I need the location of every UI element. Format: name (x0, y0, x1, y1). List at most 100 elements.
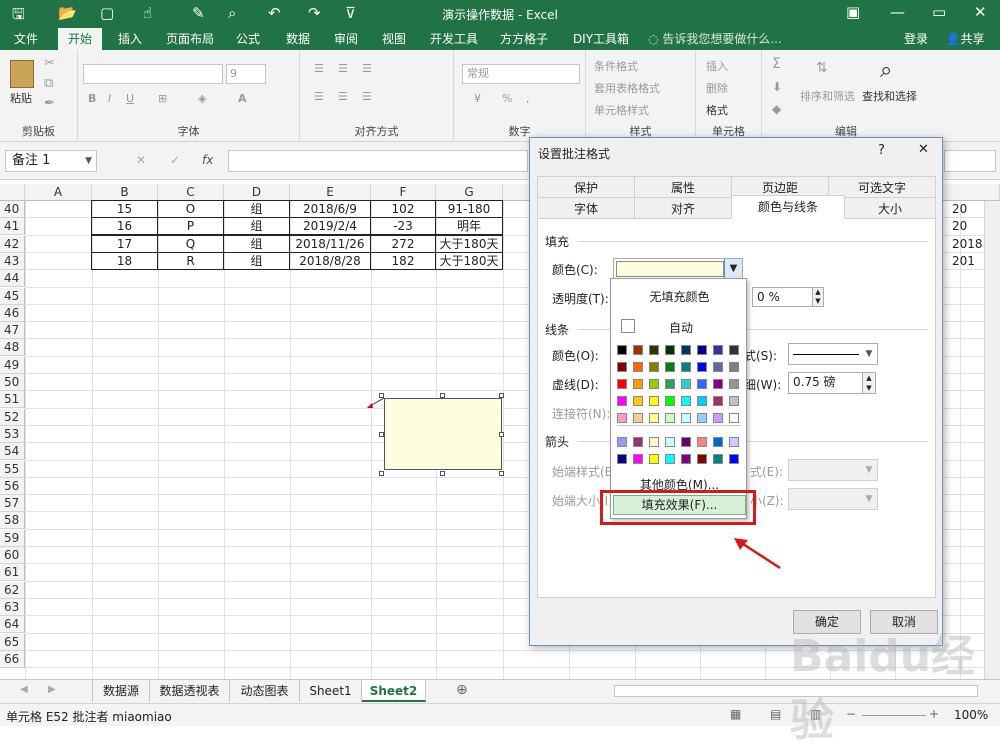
color-swatch[interactable] (665, 413, 675, 423)
chevron-down-icon[interactable]: ▼ (861, 344, 877, 364)
row-header[interactable]: 40 (0, 201, 25, 218)
tab-colors-lines[interactable]: 颜色与线条 (731, 195, 845, 219)
copy-icon[interactable]: ⧉ (44, 76, 53, 91)
close-icon[interactable]: ✕ (918, 142, 929, 157)
col-header-g[interactable]: G (436, 184, 503, 201)
share-button[interactable]: 👤共享 (940, 28, 990, 50)
color-swatch[interactable] (665, 396, 675, 406)
formula-input-right[interactable] (944, 150, 996, 172)
sort-filter-label[interactable]: 排序和筛选 (800, 88, 855, 104)
color-swatch[interactable] (697, 413, 707, 423)
line-weight-input[interactable]: 0.75 磅 (788, 372, 864, 394)
table-cell[interactable]: 2019/2/4 (289, 217, 371, 236)
table-cell[interactable]: 102 (370, 200, 436, 218)
confirm-entry-icon[interactable]: ✓ (170, 153, 180, 167)
color-swatch[interactable] (665, 345, 675, 355)
table-cell[interactable]: 2018/8/28 (289, 251, 371, 270)
auto-color-option[interactable]: 自动 (669, 319, 693, 336)
resize-handle[interactable] (499, 471, 504, 476)
sheet-tab-sheet1[interactable]: Sheet1 (300, 680, 362, 702)
col-header-e[interactable]: E (290, 184, 371, 201)
color-swatch[interactable] (633, 396, 643, 406)
table-cell[interactable]: 2018/11/26 (289, 234, 371, 253)
color-swatch[interactable] (729, 413, 739, 423)
col-header-f[interactable]: F (371, 184, 436, 201)
chevron-down-icon[interactable]: ▼ (861, 489, 877, 509)
font-name-box[interactable] (83, 64, 223, 84)
color-swatch[interactable] (697, 345, 707, 355)
color-swatch[interactable] (649, 379, 659, 389)
color-swatch[interactable] (681, 345, 691, 355)
table-cell[interactable]: 明年 (435, 217, 503, 236)
tab-font[interactable]: 字体 (537, 197, 635, 219)
tab-protection[interactable]: 保护 (537, 176, 635, 198)
color-swatch[interactable] (617, 362, 627, 372)
fill-color-icon[interactable]: ◈ (198, 92, 206, 105)
maximize-icon[interactable]: ▭ (932, 3, 946, 21)
row-header[interactable]: 45 (0, 287, 25, 305)
row-header[interactable]: 54 (0, 443, 25, 461)
row-header[interactable]: 51 (0, 391, 25, 409)
formula-input[interactable] (228, 150, 528, 172)
sheet-tab-sheet2[interactable]: Sheet2 (362, 680, 426, 702)
underline-icon[interactable]: U (126, 92, 134, 105)
transparency-input[interactable]: 0 % (752, 287, 814, 307)
color-swatch[interactable] (697, 396, 707, 406)
row-header[interactable]: 58 (0, 512, 25, 530)
insert-function-icon[interactable]: fx (202, 153, 213, 167)
table-cell[interactable]: 2018/6/9 (289, 200, 371, 218)
col-header-a[interactable]: A (25, 184, 92, 201)
col-header-c[interactable]: C (158, 184, 224, 201)
tab-data[interactable]: 数据 (278, 28, 318, 50)
row-header[interactable]: 47 (0, 322, 25, 340)
currency-icon[interactable]: ¥ (474, 92, 481, 105)
table-cell[interactable]: 91-180 (435, 200, 503, 218)
table-cell[interactable]: 182 (370, 251, 436, 270)
color-swatch[interactable] (681, 437, 691, 447)
left-align-icon[interactable]: ☰ (314, 90, 324, 103)
percent-icon[interactable]: % (502, 92, 512, 105)
font-color-icon[interactable]: A (238, 92, 247, 105)
middle-align-icon[interactable]: ☰ (338, 62, 348, 75)
row-header[interactable]: 57 (0, 495, 25, 513)
insert-cells-button[interactable]: 插入 (706, 58, 728, 74)
select-all-corner[interactable] (0, 184, 25, 201)
paste-icon[interactable] (10, 60, 34, 88)
color-swatch[interactable] (681, 396, 691, 406)
end-style-select[interactable]: ▼ (788, 459, 878, 481)
table-cell[interactable]: 组 (223, 217, 290, 236)
tab-page-layout[interactable]: 页面布局 (160, 28, 220, 50)
normal-view-icon[interactable]: ▦ (730, 707, 741, 721)
prev-sheet-icon[interactable]: ◀ (20, 684, 28, 695)
fill-down-icon[interactable]: ⬇ (772, 80, 782, 94)
italic-icon[interactable]: I (108, 92, 111, 105)
color-swatch[interactable] (681, 454, 691, 464)
row-header[interactable]: 43 (0, 252, 25, 270)
color-swatch[interactable] (617, 454, 627, 464)
color-swatch[interactable] (729, 437, 739, 447)
page-layout-view-icon[interactable]: ▤ (770, 707, 781, 721)
find-select-icon[interactable]: ⌕ (880, 58, 892, 83)
color-swatch[interactable] (713, 396, 723, 406)
color-swatch[interactable] (649, 345, 659, 355)
row-header[interactable]: 59 (0, 529, 25, 547)
table-cell[interactable]: 组 (223, 251, 290, 270)
color-swatch[interactable] (633, 413, 643, 423)
cut-icon[interactable]: ✂ (44, 56, 55, 71)
color-swatch[interactable] (681, 362, 691, 372)
table-cell[interactable]: 16 (91, 217, 158, 236)
bottom-align-icon[interactable]: ☰ (362, 62, 372, 75)
color-swatch[interactable] (729, 379, 739, 389)
resize-handle[interactable] (379, 432, 384, 437)
resize-handle[interactable] (499, 393, 504, 398)
color-swatch[interactable] (633, 437, 643, 447)
col-header-d[interactable]: D (224, 184, 290, 201)
color-swatch[interactable] (665, 454, 675, 464)
color-swatch[interactable] (617, 437, 627, 447)
row-header[interactable]: 65 (0, 633, 25, 651)
row-header[interactable]: 49 (0, 356, 25, 374)
partial-cell[interactable]: 20 (952, 218, 967, 235)
color-swatch[interactable] (713, 437, 723, 447)
sheet-tab-pivot[interactable]: 数据透视表 (150, 680, 230, 702)
vertical-scrollbar[interactable] (984, 201, 1000, 679)
